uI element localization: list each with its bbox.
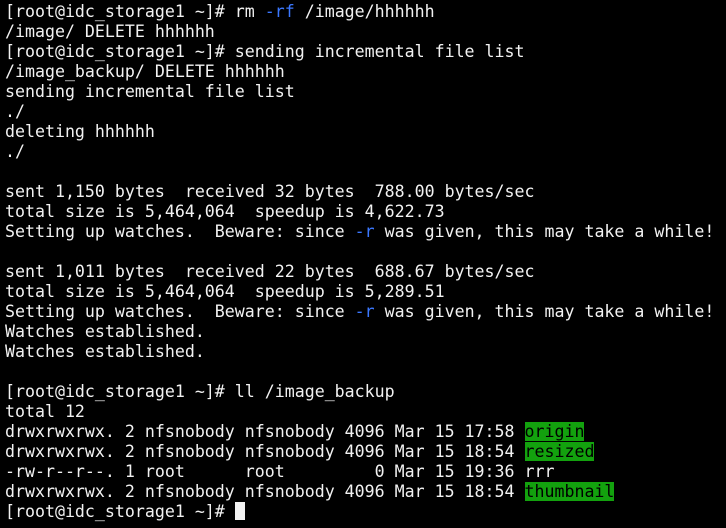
terminal-line: drwxrwxrwx. 2 nfsnobody nfsnobody 4096 M… xyxy=(5,442,726,462)
terminal-line: sent 1,011 bytes received 22 bytes 688.6… xyxy=(5,262,726,282)
terminal-line: drwxrwxrwx. 2 nfsnobody nfsnobody 4096 M… xyxy=(5,422,726,442)
terminal-text: Watches established. xyxy=(5,342,205,361)
terminal-text: -rw-r--r--. 1 root root 0 Mar 15 19:36 r… xyxy=(5,462,555,481)
terminal-line: Setting up watches. Beware: since -r was… xyxy=(5,302,726,322)
terminal-line: [root@idc_storage1 ~]# sending increment… xyxy=(5,42,726,62)
text-cursor xyxy=(234,502,245,520)
terminal-text: sent 1,150 bytes received 32 bytes 788.0… xyxy=(5,182,535,201)
terminal-text: deleting hhhhhh xyxy=(5,122,155,141)
prompt-line[interactable]: [root@idc_storage1 ~]# xyxy=(5,502,726,522)
terminal-text: was given, this may take a while! xyxy=(374,222,715,241)
terminal-text: total size is 5,464,064 speedup is 5,289… xyxy=(5,282,445,301)
terminal-line: total size is 5,464,064 speedup is 5,289… xyxy=(5,282,726,302)
terminal-line: total 12 xyxy=(5,402,726,422)
terminal-text: sending incremental file list xyxy=(5,82,295,101)
command-flag: -rf xyxy=(264,2,295,21)
terminal-line: sending incremental file list xyxy=(5,82,726,102)
terminal-text: Setting up watches. Beware: since xyxy=(5,222,355,241)
command-flag: -r xyxy=(354,222,375,241)
terminal-line: -rw-r--r--. 1 root root 0 Mar 15 19:36 r… xyxy=(5,462,726,482)
terminal-line: /image_backup/ DELETE hhhhhh xyxy=(5,62,726,82)
terminal-line: total size is 5,464,064 speedup is 4,622… xyxy=(5,202,726,222)
terminal-line: Watches established. xyxy=(5,322,726,342)
shell-prompt: [root@idc_storage1 ~]# xyxy=(5,502,235,521)
terminal-output[interactable]: [root@idc_storage1 ~]# rm -rf /image/hhh… xyxy=(0,0,726,528)
terminal-text: drwxrwxrwx. 2 nfsnobody nfsnobody 4096 M… xyxy=(5,482,525,501)
terminal-text: /image/ DELETE hhhhhh xyxy=(5,22,215,41)
terminal-text: ./ xyxy=(5,142,25,161)
terminal-text: [root@idc_storage1 ~]# ll /image_backup xyxy=(5,382,395,401)
terminal-text: drwxrwxrwx. 2 nfsnobody nfsnobody 4096 M… xyxy=(5,442,525,461)
terminal-line: drwxrwxrwx. 2 nfsnobody nfsnobody 4096 M… xyxy=(5,482,726,502)
terminal-text: ./ xyxy=(5,102,25,121)
terminal-text: was given, this may take a while! xyxy=(374,302,715,321)
directory-name: resized xyxy=(524,442,595,461)
terminal-line: deleting hhhhhh xyxy=(5,122,726,142)
terminal-line: [root@idc_storage1 ~]# ll /image_backup xyxy=(5,382,726,402)
terminal-text: [root@idc_storage1 ~]# rm xyxy=(5,2,265,21)
terminal-line: [root@idc_storage1 ~]# rm -rf /image/hhh… xyxy=(5,2,726,22)
command-flag: -r xyxy=(354,302,375,321)
terminal-line: ./ xyxy=(5,102,726,122)
terminal-line: Setting up watches. Beware: since -r was… xyxy=(5,222,726,242)
terminal-text: /image_backup/ DELETE hhhhhh xyxy=(5,62,285,81)
terminal-line: sent 1,150 bytes received 32 bytes 788.0… xyxy=(5,182,726,202)
terminal-text: total size is 5,464,064 speedup is 4,622… xyxy=(5,202,445,221)
directory-name: thumbnail xyxy=(524,482,615,501)
terminal-line: /image/ DELETE hhhhhh xyxy=(5,22,726,42)
terminal-line: Watches established. xyxy=(5,342,726,362)
terminal-text: drwxrwxrwx. 2 nfsnobody nfsnobody 4096 M… xyxy=(5,422,525,441)
terminal-text: sent 1,011 bytes received 22 bytes 688.6… xyxy=(5,262,535,281)
directory-name: origin xyxy=(524,422,585,441)
terminal-line: ./ xyxy=(5,142,726,162)
terminal-text: Watches established. xyxy=(5,322,205,341)
terminal-text: total 12 xyxy=(5,402,85,421)
terminal-text: Setting up watches. Beware: since xyxy=(5,302,355,321)
terminal-text: /image/hhhhhh xyxy=(294,2,435,21)
terminal-text: [root@idc_storage1 ~]# sending increment… xyxy=(5,42,525,61)
